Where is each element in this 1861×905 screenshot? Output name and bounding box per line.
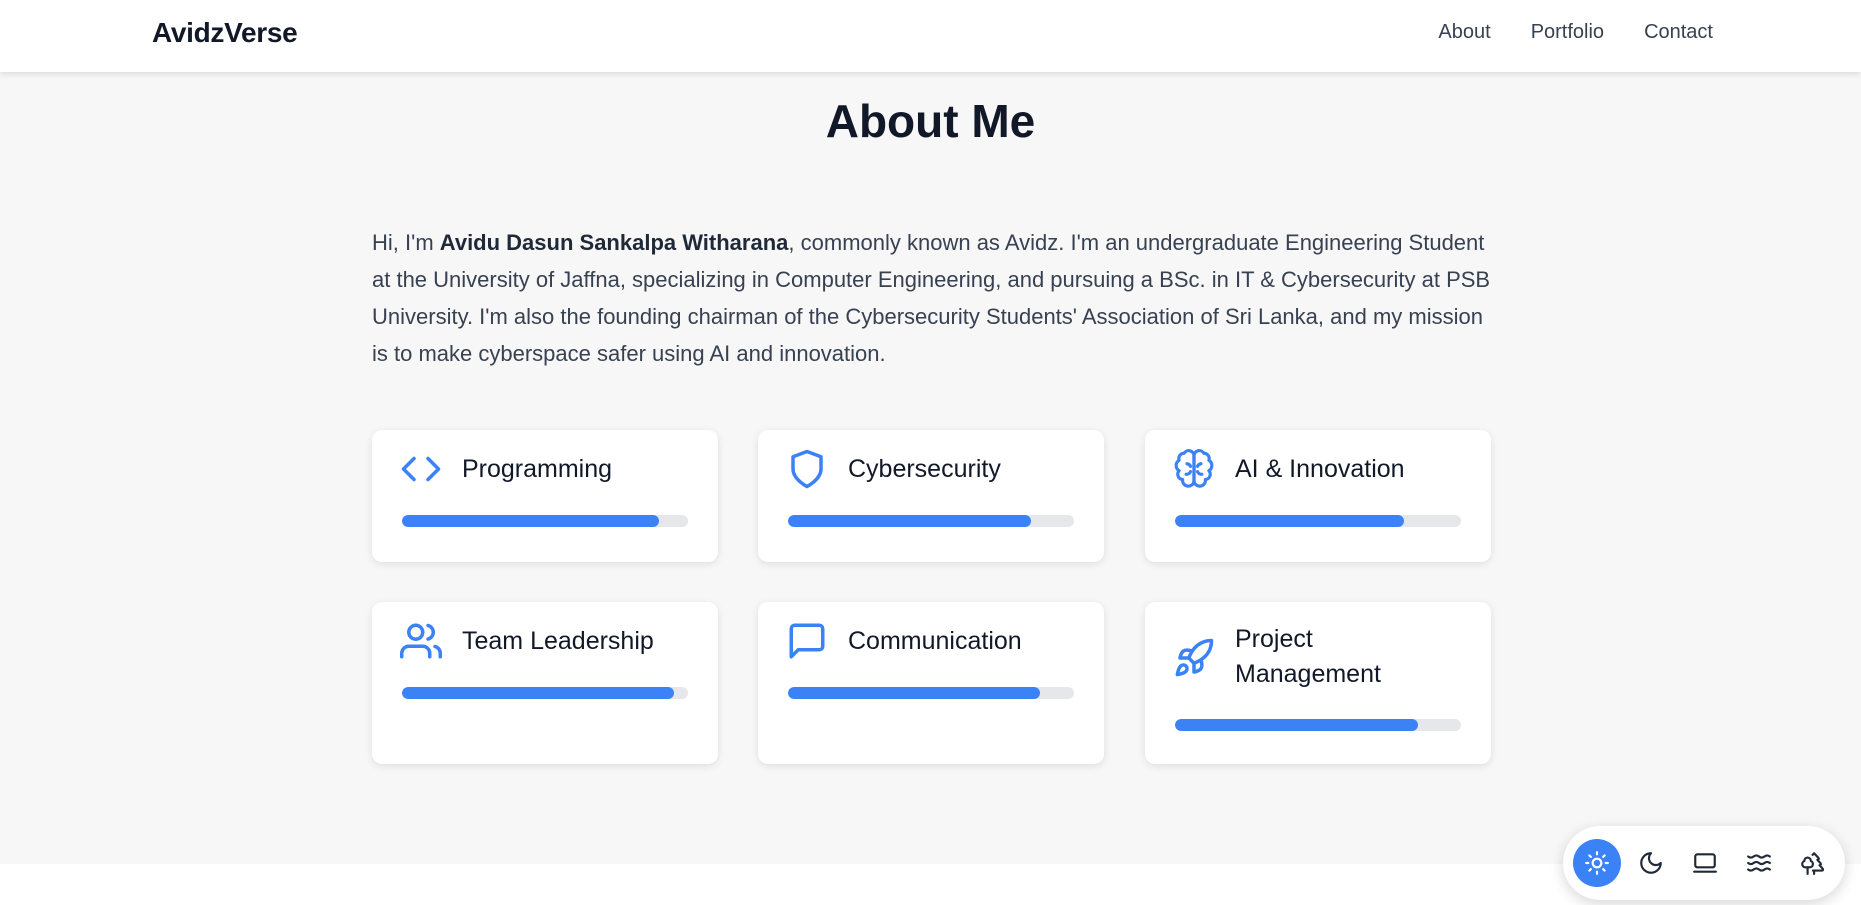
- intro-prefix: Hi, I'm: [372, 230, 440, 255]
- skill-progress-track: [402, 515, 688, 527]
- theme-light-button[interactable]: [1573, 839, 1621, 887]
- moon-icon: [1640, 852, 1662, 874]
- rocket-icon: [1173, 637, 1215, 679]
- shield-icon: [786, 448, 828, 490]
- skill-card-team-leadership: Team Leadership: [372, 602, 718, 764]
- trees-icon: [1801, 852, 1825, 875]
- theme-forest-button[interactable]: [1789, 839, 1837, 887]
- nav-link-about[interactable]: About: [1438, 21, 1490, 44]
- nav-link-portfolio[interactable]: Portfolio: [1531, 21, 1604, 44]
- skill-card-programming: Programming: [372, 430, 718, 562]
- skill-progress-fill: [402, 515, 660, 527]
- skill-label: Project Management: [1235, 625, 1381, 688]
- skill-card-communication: Communication: [758, 602, 1104, 764]
- message-square-icon: [786, 620, 828, 662]
- theme-dark-button[interactable]: [1627, 839, 1675, 887]
- theme-switcher: [1563, 826, 1845, 900]
- skill-progress-fill: [788, 515, 1032, 527]
- skill-progress-fill: [1175, 719, 1419, 731]
- sun-icon: [1585, 851, 1609, 875]
- skill-card-cybersecurity: Cybersecurity: [758, 430, 1104, 562]
- skill-progress-track: [1175, 719, 1461, 731]
- about-section: About Me Hi, I'm Avidu Dasun Sankalpa Wi…: [0, 72, 1861, 864]
- laptop-icon: [1693, 853, 1717, 873]
- theme-ocean-button[interactable]: [1735, 839, 1783, 887]
- skill-label: AI & Innovation: [1235, 455, 1405, 483]
- skill-progress-track: [1175, 515, 1461, 527]
- theme-system-button[interactable]: [1681, 839, 1729, 887]
- skill-progress-track: [788, 515, 1074, 527]
- nav-link-contact[interactable]: Contact: [1644, 21, 1713, 44]
- skill-label: Cybersecurity: [848, 455, 1001, 483]
- waves-icon: [1747, 854, 1771, 872]
- skill-label: Communication: [848, 627, 1022, 655]
- skill-progress-fill: [788, 687, 1040, 699]
- skill-label: Programming: [462, 455, 613, 483]
- section-title: About Me: [825, 95, 1036, 147]
- skill-card-project-management: Project Management: [1145, 602, 1491, 764]
- navbar: AvidzVerse About Portfolio Contact: [0, 0, 1861, 72]
- skill-card-ai-innovation: AI & Innovation: [1145, 430, 1491, 562]
- intro-name: Avidu Dasun Sankalpa Witharana: [439, 230, 789, 255]
- skill-label: Team Leadership: [462, 627, 654, 655]
- skill-progress-fill: [402, 687, 674, 699]
- users-icon: [400, 620, 442, 662]
- brand-logo[interactable]: AvidzVerse: [152, 17, 298, 49]
- code-icon: [400, 448, 442, 490]
- skill-progress-track: [788, 687, 1074, 699]
- intro-paragraph: Hi, I'm Avidu Dasun Sankalpa Witharana, …: [372, 224, 1494, 372]
- skill-progress-track: [402, 687, 688, 699]
- brain-icon: [1173, 448, 1215, 490]
- nav-links: About Portfolio Contact: [1438, 21, 1713, 44]
- skill-progress-fill: [1175, 515, 1404, 527]
